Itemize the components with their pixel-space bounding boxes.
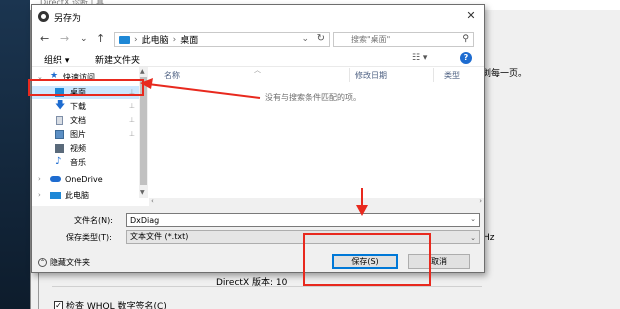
directx-version-text: DirectX 版本: 10 (216, 278, 288, 288)
column-header-type[interactable]: 类型 (444, 70, 460, 81)
recent-locations-chevron-icon[interactable]: ⌄ (80, 33, 88, 45)
column-header-modified[interactable]: 修改日期 (355, 70, 387, 81)
dialog-app-icon (38, 11, 49, 22)
picture-icon (55, 130, 64, 139)
sidebar-item-music[interactable]: ♪ 音乐 (32, 156, 139, 169)
scroll-up-icon[interactable]: ▲ (140, 68, 145, 75)
empty-message: 没有与搜索条件匹配的项。 (265, 93, 361, 102)
filetype-value: 文本文件 (*.txt) (130, 232, 189, 241)
pin-icon: ⊥ (128, 102, 135, 110)
save-button[interactable]: 保存(S) (332, 254, 398, 269)
chevron-down-icon[interactable]: ⌄ (37, 71, 43, 84)
file-list: ︿ 名称 修改日期 类型 没有与搜索条件匹配的项。 (149, 66, 484, 199)
video-icon (55, 144, 64, 153)
sidebar-item-label: 音乐 (70, 158, 86, 167)
sidebar-item-label: 图片 (70, 130, 86, 139)
filename-field[interactable]: ⌄ (126, 213, 480, 227)
new-folder-button[interactable]: 新建文件夹 (95, 53, 140, 66)
cloud-icon (50, 176, 61, 182)
whql-checkbox-label: 检查 WHQL 数字签名(C) (66, 302, 167, 309)
save-as-dialog: 另存为 ✕ ← → ⌄ ↑ › 此电脑 › 桌面 ⌄ ↻ ⚲ 组织 ▾ 新建文件… (31, 4, 485, 273)
column-divider[interactable] (433, 68, 434, 82)
chevron-up-icon[interactable]: ⌃ (38, 258, 47, 267)
star-icon: ★ (50, 71, 59, 81)
back-arrow-icon[interactable]: ← (40, 33, 49, 45)
sidebar-item-label: 此电脑 (65, 191, 89, 200)
filename-input[interactable] (127, 214, 457, 226)
sidebar-item-desktop[interactable]: 桌面 ⊥ (32, 86, 139, 99)
download-icon: 🡇 (55, 100, 66, 111)
chevron-down-icon[interactable]: ⌄ (470, 215, 476, 223)
save-form: 文件名(N): ⌄ 保存类型(T): 文本文件 (*.txt) ⌄ ⌃ 隐藏文件… (32, 206, 484, 272)
address-dropdown-chevron-icon[interactable]: ⌄ (301, 34, 309, 44)
sidebar-item-onedrive[interactable]: › OneDrive (32, 173, 139, 186)
hide-folders-toggle[interactable]: ⌃ 隐藏文件夹 (38, 257, 90, 268)
up-arrow-icon[interactable]: ↑ (96, 33, 105, 45)
desktop-background (0, 0, 30, 309)
search-icon[interactable]: ⚲ (462, 34, 469, 44)
sidebar-item-label: 快速访问 (63, 73, 95, 82)
scroll-left-icon[interactable]: ‹ (151, 197, 154, 205)
dxdiag-info-text: 浏每一页。 (482, 69, 528, 79)
column-header-name[interactable]: 名称 (164, 70, 180, 81)
address-bar[interactable]: › 此电脑 › 桌面 ⌄ ↻ (114, 32, 330, 47)
sidebar-item-label: 文档 (70, 116, 86, 125)
sidebar-item-videos[interactable]: 视频 (32, 142, 139, 155)
column-divider[interactable] (349, 68, 350, 82)
chevron-right-icon[interactable]: › (38, 173, 41, 186)
filetype-select[interactable]: 文本文件 (*.txt) ⌄ (126, 230, 480, 244)
navigation-pane: ⌄ ★ 快速访问 桌面 ⊥ 🡇 下载 ⊥ 文档 ⊥ 图片 ⊥ 视频 ♪ 音乐 ›… (32, 67, 139, 202)
close-button[interactable]: ✕ (464, 9, 478, 23)
horizontal-scrollbar[interactable]: ‹ › (149, 197, 484, 206)
cancel-button[interactable]: 取消 (408, 254, 470, 269)
scroll-down-icon[interactable]: ▼ (140, 189, 145, 196)
filetype-label: 保存类型(T): (66, 233, 112, 242)
sidebar-item-label: 视频 (70, 144, 86, 153)
document-icon (56, 116, 63, 125)
sidebar-item-pictures[interactable]: 图片 ⊥ (32, 128, 139, 141)
computer-icon (50, 192, 61, 199)
sidebar-item-label: OneDrive (65, 175, 103, 184)
scroll-right-icon[interactable]: › (479, 197, 482, 205)
search-box[interactable]: ⚲ (333, 32, 474, 47)
search-input[interactable] (334, 33, 452, 46)
breadcrumb-item-desktop[interactable]: 桌面 (180, 33, 198, 46)
sidebar-item-label: 下载 (70, 102, 86, 111)
sort-arrow-icon: ︿ (254, 66, 261, 74)
hide-folders-label: 隐藏文件夹 (50, 258, 90, 267)
chevron-right-icon[interactable]: › (38, 189, 41, 202)
pin-icon: ⊥ (128, 116, 135, 124)
breadcrumb-separator-icon: › (172, 34, 177, 45)
sidebar-item-this-pc[interactable]: › 此电脑 (32, 189, 139, 202)
sidebar-item-downloads[interactable]: 🡇 下载 ⊥ (32, 100, 139, 113)
chevron-down-icon[interactable]: ⌄ (470, 232, 476, 244)
checkbox-checked-icon[interactable]: ✓ (54, 301, 63, 309)
sidebar-item-label: 桌面 (70, 88, 86, 97)
whql-checkbox[interactable]: ✓ 检查 WHQL 数字签名(C) (54, 299, 167, 309)
desktop-icon (55, 88, 64, 97)
sidebar-item-quick-access[interactable]: ⌄ ★ 快速访问 (32, 71, 139, 84)
navigation-bar: ← → ⌄ ↑ › 此电脑 › 桌面 ⌄ ↻ ⚲ (32, 29, 484, 51)
help-icon[interactable]: ? (460, 52, 472, 64)
breadcrumb-separator-icon: › (134, 34, 138, 45)
sidebar-item-documents[interactable]: 文档 ⊥ (32, 114, 139, 127)
computer-icon (119, 35, 130, 44)
organize-button[interactable]: 组织 ▾ (44, 53, 69, 66)
music-icon: ♪ (55, 156, 62, 167)
forward-arrow-icon[interactable]: → (60, 33, 69, 45)
dialog-title-bar: 另存为 ✕ (32, 5, 484, 29)
pin-icon: ⊥ (128, 88, 135, 96)
refresh-icon[interactable]: ↻ (317, 33, 325, 44)
scrollbar-thumb[interactable] (140, 77, 147, 185)
dialog-title: 另存为 (54, 14, 82, 24)
sidebar-scrollbar[interactable]: ▲ ▼ (139, 67, 148, 198)
filename-label: 文件名(N): (74, 216, 113, 225)
dxdiag-border (38, 270, 39, 309)
breadcrumb-item-this-pc[interactable]: 此电脑 (142, 33, 169, 46)
view-options-icon[interactable]: ☷ ▾ (412, 53, 427, 63)
pin-icon: ⊥ (128, 130, 135, 138)
